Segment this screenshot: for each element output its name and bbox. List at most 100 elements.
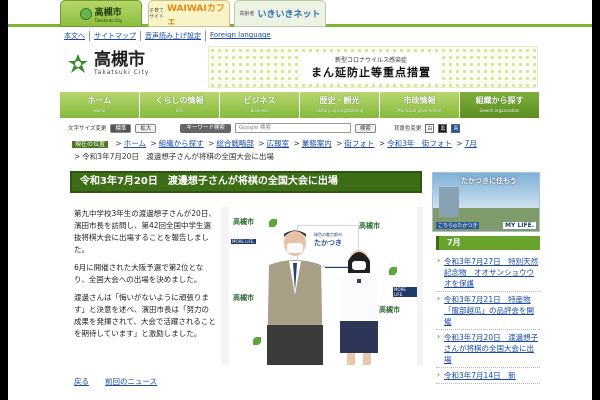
nav-organization[interactable]: 組織から探す Search organization (460, 92, 540, 118)
breadcrumb-sep: > (150, 139, 157, 148)
nav-history-en: History and sightseeing (315, 108, 364, 113)
breadcrumb-sep: > (336, 139, 343, 148)
nav-municipal[interactable]: 市政情報 Municipal government (380, 92, 460, 118)
breadcrumb-home[interactable]: ホーム (124, 139, 146, 148)
site-tabs: 高槻市 Takatsuki City 子育て サイト WAIWAIカフェ 高齢者 … (8, 0, 592, 27)
bg-blue-button[interactable]: 青 (451, 123, 461, 133)
prev-news-link[interactable]: 前回のニュース (105, 376, 157, 387)
nav-organization-label: 組織から探す (475, 96, 524, 105)
backdrop-tag: MORE LIFE. (393, 287, 417, 297)
banner-title: たかつきに住もう (461, 177, 517, 185)
breadcrumb-sep: > (74, 152, 81, 161)
covid-banner-small: 新型コロナウイルス感染症 (334, 57, 407, 64)
backdrop-city-text: 高槻市 (233, 294, 254, 302)
back-link[interactable]: 戻る (74, 376, 89, 387)
breadcrumb-sep: > (456, 139, 463, 148)
backdrop-tag: MORE LIFE. (231, 239, 256, 244)
bg-white-button[interactable]: 白 (425, 123, 435, 133)
font-enlarge-button[interactable]: 拡大 (135, 123, 157, 133)
breadcrumb-july[interactable]: 7月 (465, 139, 477, 148)
banner-foot: こちら◎たかつき (436, 222, 480, 229)
covid-banner[interactable]: 新型コロナウイルス感染症 まん延防止等重点措置 (208, 46, 538, 88)
sidebar-news-item[interactable]: 令和3年7月20日 渡邊想子さんが将棋の全国大会に出場 (436, 330, 540, 368)
util-link-foreign[interactable]: Foreign language (206, 31, 275, 41)
font-size-label: 文字サイズ変更 (68, 126, 107, 132)
site-header: 高槻市 Takatsuki City 新型コロナウイルス感染症 まん延防止等重点… (8, 44, 592, 92)
util-link-voice[interactable]: 音声読み上げ設定 (141, 31, 206, 41)
live-in-takatsuki-banner[interactable]: たかつきに住もう こちら◎たかつき MY LIFE. (432, 172, 540, 232)
search-button[interactable]: 検索 (354, 123, 376, 133)
article-paragraph: 渡邊さんは「悔いがないように頑張ります」と決意を述べ、濱田市長は「努力の成果を発… (74, 293, 216, 338)
tab-waiwai-label: WAIWAIカフェ (167, 3, 225, 27)
sidebar-news-item[interactable]: 令和3年7月21日 特産物「服部越瓜」の品評会を開催 (436, 292, 540, 330)
global-nav: ホーム Home くらしの情報 Life ビジネス Business 歴史・観光 His… (60, 92, 540, 118)
font-standard-button[interactable]: 標準 (110, 123, 132, 133)
banner-building (439, 187, 459, 217)
nav-history[interactable]: 歴史・観光 History and sightseeing (300, 92, 380, 118)
article-paragraph: 6月に開催された大阪予選で第2位となり、全国大会への出場を決めました。 (74, 263, 204, 284)
nav-municipal-en: Municipal government (397, 108, 442, 113)
article-paragraph: 第九中学校3年生の渡邊想子さんが20日、濱田市長を訪問し、第42回全国中学生選抜… (74, 209, 216, 254)
utility-links: 本文へ サイトマップ 音声読み上げ設定 Foreign language (60, 31, 275, 41)
city-mark-icon (79, 7, 92, 20)
nav-home[interactable]: ホーム Home (60, 92, 140, 118)
breadcrumb-current: 令和3年7月20日 渡邊想子さんが将棋の全国大会に出場 (82, 152, 274, 161)
backdrop-leaf-icon (389, 267, 397, 275)
breadcrumb-sep: > (115, 139, 122, 148)
search-input[interactable]: Google 検索 (234, 123, 351, 133)
tab-ikiiki-net[interactable]: 高齢者 いきいきネット (234, 0, 326, 27)
backdrop-city-text: 高槻市 (359, 222, 380, 230)
article-photo: 高槻市 高槻市 高槻市 高槻市 MORE LIFE. MORE LIFE. MO… (221, 207, 423, 365)
backdrop-city-text: 高槻市 (379, 306, 400, 314)
breadcrumb-sep: > (293, 139, 300, 148)
browser-page: 高槻市 Takatsuki City 子育て サイト WAIWAIカフェ 高齢者 … (8, 0, 592, 400)
breadcrumb-photo[interactable]: 街フォト (344, 139, 374, 148)
banner-logo: MY LIFE. (503, 222, 536, 229)
nav-business-label: ビジネス (243, 96, 276, 105)
sidebar-month-heading: 7月 (436, 236, 540, 250)
tab-takatsuki-city[interactable]: 高槻市 Takatsuki City (60, 0, 142, 27)
photo-backdrop: 高槻市 高槻市 高槻市 高槻市 MORE LIFE. MORE LIFE. MO… (229, 207, 417, 365)
util-link-sitemap[interactable]: サイトマップ (90, 31, 141, 41)
page-title: 令和3年7月20日 渡邊想子さんが将棋の全国大会に出場 (70, 171, 422, 193)
tab-iki-label: いきいきネット (257, 10, 321, 20)
breadcrumb-business[interactable]: 業務案内 (302, 139, 332, 148)
nav-business-en: Business (250, 108, 269, 113)
breadcrumb-photo-r3[interactable]: 令和3年 街フォト (387, 139, 452, 148)
backdrop-leaf-icon (253, 337, 261, 345)
nav-life-en: Life (175, 108, 184, 113)
breadcrumb-sep: > (378, 139, 386, 148)
city-emblem-icon (68, 54, 88, 73)
article-footer-links: 戻る 前回のニュース (74, 376, 157, 387)
util-link-skip[interactable]: 本文へ (60, 31, 90, 41)
sidebar-news-item[interactable]: 令和3年7月27日 特別天然記念物 オオサンショウウオを保護 (436, 254, 540, 292)
tab-iki-small: 高齢者 (239, 10, 255, 17)
nav-life[interactable]: くらしの情報 Life (140, 92, 220, 118)
nav-history-label: 歴史・観光 (319, 96, 360, 105)
breadcrumb-here-label: 現在の位置 (72, 141, 109, 148)
nav-business[interactable]: ビジネス Business (220, 92, 300, 118)
breadcrumb-strategy[interactable]: 総合戦略部 (216, 139, 254, 148)
nav-organization-en: Search organization (479, 108, 520, 113)
breadcrumb-pr[interactable]: 広報室 (267, 139, 290, 148)
breadcrumb-sep: > (208, 139, 215, 148)
tab-waiwai-small: 子育て サイト (149, 7, 165, 20)
tool-bar: 文字サイズ変更 標準 拡大 キーワード検索 Google 検索 検索 背景色変更… (68, 122, 538, 134)
bg-color-label: 背景色変更 (393, 126, 422, 132)
mayor-figure (267, 230, 323, 365)
tab-main-label: 高槻市 (94, 7, 122, 18)
logo-subtitle: Takatsuki City (94, 69, 150, 76)
bg-black-button[interactable]: 黒 (438, 123, 448, 133)
logo-title: 高槻市 (94, 50, 145, 70)
breadcrumb-organization[interactable]: 組織から探す (159, 139, 204, 148)
nav-home-en: Home (93, 108, 106, 113)
site-logo[interactable]: 高槻市 Takatsuki City (66, 52, 149, 76)
tab-waiwai-cafe[interactable]: 子育て サイト WAIWAIカフェ (148, 0, 230, 27)
covid-banner-title: まん延防止等重点措置 (311, 66, 431, 79)
tab-main-sub: Takatsuki City (94, 17, 123, 23)
nav-life-label: くらしの情報 (155, 96, 204, 105)
nav-home-label: ホーム (87, 96, 112, 105)
breadcrumb-sep: > (258, 139, 265, 148)
sidebar-news-item[interactable]: 令和3年7月14日 新 (436, 368, 540, 384)
breadcrumb: 現在の位置 > ホーム > 組織から探す > 総合戦略部 > 広報室 > 業務案内 > 街フ… (72, 138, 532, 163)
